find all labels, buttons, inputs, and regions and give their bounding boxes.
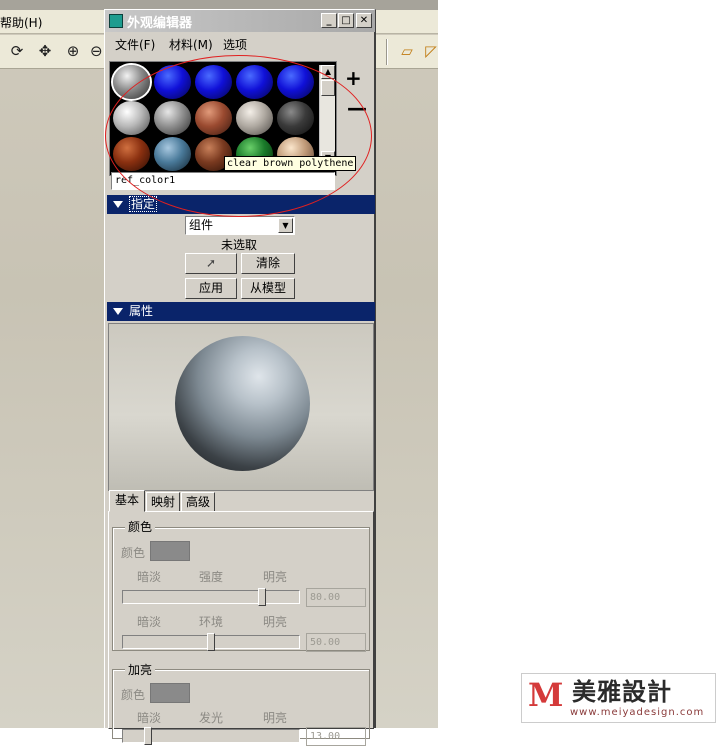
menu-options[interactable]: 选项 <box>223 36 247 53</box>
scope-dropdown[interactable]: 组件 ▼ <box>185 216 295 235</box>
slider1-mid-label: 强度 <box>199 570 224 584</box>
maximize-icon[interactable]: □ <box>338 13 354 28</box>
menu-material[interactable]: 材料(M) <box>169 36 213 53</box>
collapse-triangle-icon <box>113 308 123 315</box>
slider3-left-label: 暗淡 <box>137 711 162 725</box>
slider1-right-label: 明亮 <box>263 570 288 584</box>
watermark-letter: M <box>528 676 564 714</box>
toolbar-separator <box>386 39 388 65</box>
clear-button[interactable]: 清除 <box>241 253 295 274</box>
select-button[interactable]: ➚ <box>185 253 237 274</box>
highlight-color-swatch[interactable] <box>150 683 190 703</box>
spin-icon[interactable]: ⟳ <box>6 40 28 62</box>
selection-status: 未选取 <box>221 238 258 252</box>
watermark-name: 美雅設計 <box>572 678 672 706</box>
slider2-mid-label: 环境 <box>199 615 224 629</box>
slider2-left-label: 暗淡 <box>137 615 162 629</box>
collapse-triangle-icon <box>113 201 123 208</box>
slider3-mid-label: 发光 <box>199 711 224 725</box>
minimize-icon[interactable]: _ <box>321 13 337 28</box>
tab-advanced[interactable]: 高级 <box>181 492 215 512</box>
scope-dropdown-value: 组件 <box>189 218 214 232</box>
datum-icon[interactable]: ◸ <box>420 40 438 62</box>
intensity-slider-thumb[interactable] <box>258 588 266 606</box>
close-icon[interactable]: ✕ <box>356 13 372 28</box>
tab-basic-panel: 颜色 颜色 暗淡 强度 明亮 80.00 暗淡 环境 明亮 50.00 加亮 颜… <box>108 511 374 746</box>
pointer-arrow-icon: ➚ <box>205 256 217 270</box>
dialog-titlebar[interactable]: 外观编辑器 _ □ ✕ <box>105 10 375 32</box>
from-model-button[interactable]: 从模型 <box>241 278 295 299</box>
properties-section-label: 属性 <box>129 304 154 318</box>
intensity-value[interactable]: 80.00 <box>306 588 366 607</box>
preview-sphere <box>175 336 310 471</box>
menu-help[interactable]: 帮助(H) <box>0 14 42 31</box>
tab-mapping[interactable]: 映射 <box>146 492 180 512</box>
highlight-group-label: 加亮 <box>125 661 156 678</box>
add-material-button[interactable]: + <box>345 66 362 90</box>
slider2-right-label: 明亮 <box>263 615 288 629</box>
glow-value[interactable]: 13.00 <box>306 727 366 746</box>
properties-section-header[interactable]: 属性 <box>107 302 375 321</box>
highlight-color-label: 颜色 <box>121 688 146 702</box>
zoom-in-icon[interactable]: ⊕ <box>62 40 84 62</box>
dialog-menubar: 文件(F) 材料(M) 选项 <box>105 34 375 54</box>
zoom-out-icon[interactable]: ⊖ <box>90 40 102 62</box>
menu-file[interactable]: 文件(F) <box>115 36 155 53</box>
slider1-left-label: 暗淡 <box>137 570 162 584</box>
ambient-slider-thumb[interactable] <box>207 633 215 651</box>
slider3-right-label: 明亮 <box>263 711 288 725</box>
dialog-title: 外观编辑器 <box>127 16 193 31</box>
watermark-url: www.meiyadesign.com <box>570 707 705 718</box>
pan-icon[interactable]: ✥ <box>34 40 56 62</box>
glow-slider-thumb[interactable] <box>144 727 153 745</box>
tab-basic[interactable]: 基本 <box>109 490 145 512</box>
color-swatch[interactable] <box>150 541 190 561</box>
apply-button[interactable]: 应用 <box>185 278 237 299</box>
color-group-label: 颜色 <box>125 518 156 535</box>
annotation-ellipse <box>105 55 372 217</box>
chevron-down-icon[interactable]: ▼ <box>278 218 293 233</box>
intensity-slider-track[interactable] <box>122 590 300 604</box>
watermark-logo: M 美雅設計 www.meiyadesign.com <box>521 673 716 723</box>
material-preview <box>108 323 374 491</box>
ambient-value[interactable]: 50.00 <box>306 633 366 652</box>
color-label: 颜色 <box>121 546 146 560</box>
app-icon <box>109 14 123 28</box>
sketch-plane-icon[interactable]: ▱ <box>396 40 418 62</box>
